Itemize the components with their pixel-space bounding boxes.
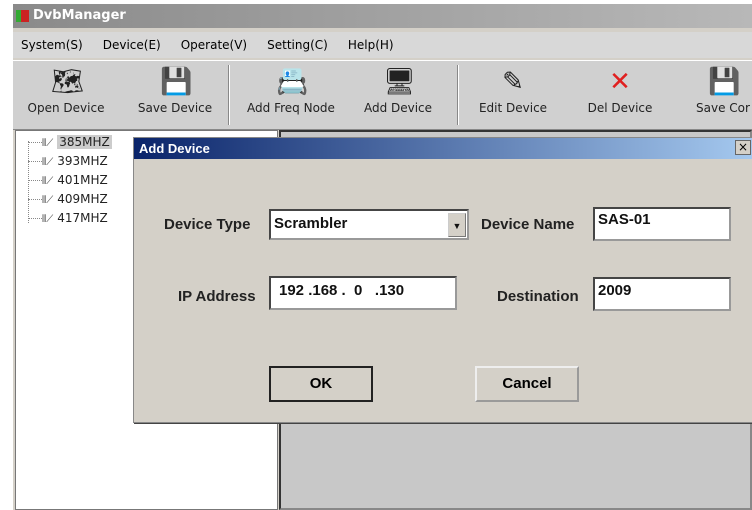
toolbar-button-open-device[interactable]: 🗺 Open Device [13, 61, 119, 131]
ok-button[interactable]: OK [269, 366, 373, 402]
frequency-node-icon: ⫴⟋ [42, 195, 54, 206]
toolbar-button-save-cor[interactable]: 💾 Save Cor [683, 61, 752, 131]
del-device-icon: ✕ [609, 67, 631, 97]
device-name-label: Device Name [481, 216, 575, 233]
tree-node[interactable]: ⫴⟋ 401MHZ [28, 171, 108, 189]
toolbar-button-save-device[interactable]: 💾 Save Device [125, 61, 225, 131]
tree-node[interactable]: ⫴⟋ 393MHZ [28, 152, 108, 170]
toolbar-label: Del Device [587, 101, 653, 115]
frequency-node-icon: ⫴⟋ [42, 138, 54, 149]
tree-node-label: 393MHZ [57, 154, 108, 168]
chevron-down-icon[interactable]: ▼ [448, 213, 466, 237]
toolbar-button-add-device[interactable]: 🖥 Add Device [350, 61, 446, 131]
add-device-icon: 🖥 [383, 67, 417, 97]
title-bar: DvbManager [13, 4, 752, 28]
toolbar-separator [228, 65, 230, 125]
toolbar-label: Add Device [363, 101, 433, 115]
tree-node-label: 409MHZ [57, 192, 108, 206]
device-type-select[interactable]: Scrambler ▼ [269, 209, 469, 240]
frequency-node-icon: ⫴⟋ [42, 157, 54, 168]
device-name-input[interactable]: SAS-01 [593, 207, 731, 241]
close-icon[interactable]: × [735, 140, 751, 155]
edit-device-icon: ✎ [502, 67, 524, 97]
destination-label: Destination [497, 288, 579, 305]
toolbar-button-del-device[interactable]: ✕ Del Device [570, 61, 670, 131]
app-icon [16, 10, 29, 22]
ip-address-input[interactable]: 192 .168 . 0 .130 [269, 276, 457, 310]
menu-setting[interactable]: Setting(C) [267, 38, 328, 52]
menu-system[interactable]: System(S) [21, 38, 83, 52]
frequency-node-icon: ⫴⟋ [42, 214, 54, 225]
toolbar-label: Save Cor [696, 101, 750, 115]
toolbar-button-edit-device[interactable]: ✎ Edit Device [460, 61, 566, 131]
device-type-label: Device Type [164, 216, 251, 233]
tree-node[interactable]: ⫴⟋ 409MHZ [28, 190, 108, 208]
tree-node[interactable]: ⫴⟋ 417MHZ [28, 209, 108, 227]
frequency-node-icon: ⫴⟋ [42, 176, 54, 187]
save-config-icon: 💾 [708, 67, 741, 97]
toolbar-separator [457, 65, 459, 125]
menu-operate[interactable]: Operate(V) [181, 38, 247, 52]
tree-node-label: 401MHZ [57, 173, 108, 187]
tree-node-label: 385MHZ [57, 135, 112, 149]
save-device-icon: 💾 [160, 67, 193, 97]
toolbar-label: Add Freq Node [247, 101, 335, 115]
toolbar: 🗺 Open Device 💾 Save Device 📇 Add Freq Node 🖥 A… [13, 60, 752, 130]
open-device-icon: 🗺 [51, 67, 85, 97]
toolbar-label: Edit Device [478, 101, 548, 115]
menu-help[interactable]: Help(H) [348, 38, 394, 52]
app-title: DvbManager [33, 8, 126, 23]
toolbar-label: Save Device [137, 101, 213, 115]
menu-bar: System(S) Device(E) Operate(V) Setting(C… [13, 32, 752, 58]
add-freq-node-icon: 📇 [276, 67, 309, 97]
tree-node-label: 417MHZ [57, 211, 108, 225]
device-type-value: Scrambler [274, 215, 348, 232]
destination-input[interactable]: 2009 [593, 277, 731, 311]
menu-device[interactable]: Device(E) [103, 38, 161, 52]
add-device-dialog: Add Device × Device Type Scrambler ▼ Devi… [133, 137, 752, 423]
toolbar-button-add-freq-node[interactable]: 📇 Add Freq Node [235, 61, 347, 131]
toolbar-label: Open Device [27, 101, 105, 115]
dialog-title: Add Device [134, 138, 752, 159]
cancel-button[interactable]: Cancel [475, 366, 579, 402]
tree-node[interactable]: ⫴⟋ 385MHZ [28, 133, 112, 151]
ip-address-label: IP Address [178, 288, 256, 305]
